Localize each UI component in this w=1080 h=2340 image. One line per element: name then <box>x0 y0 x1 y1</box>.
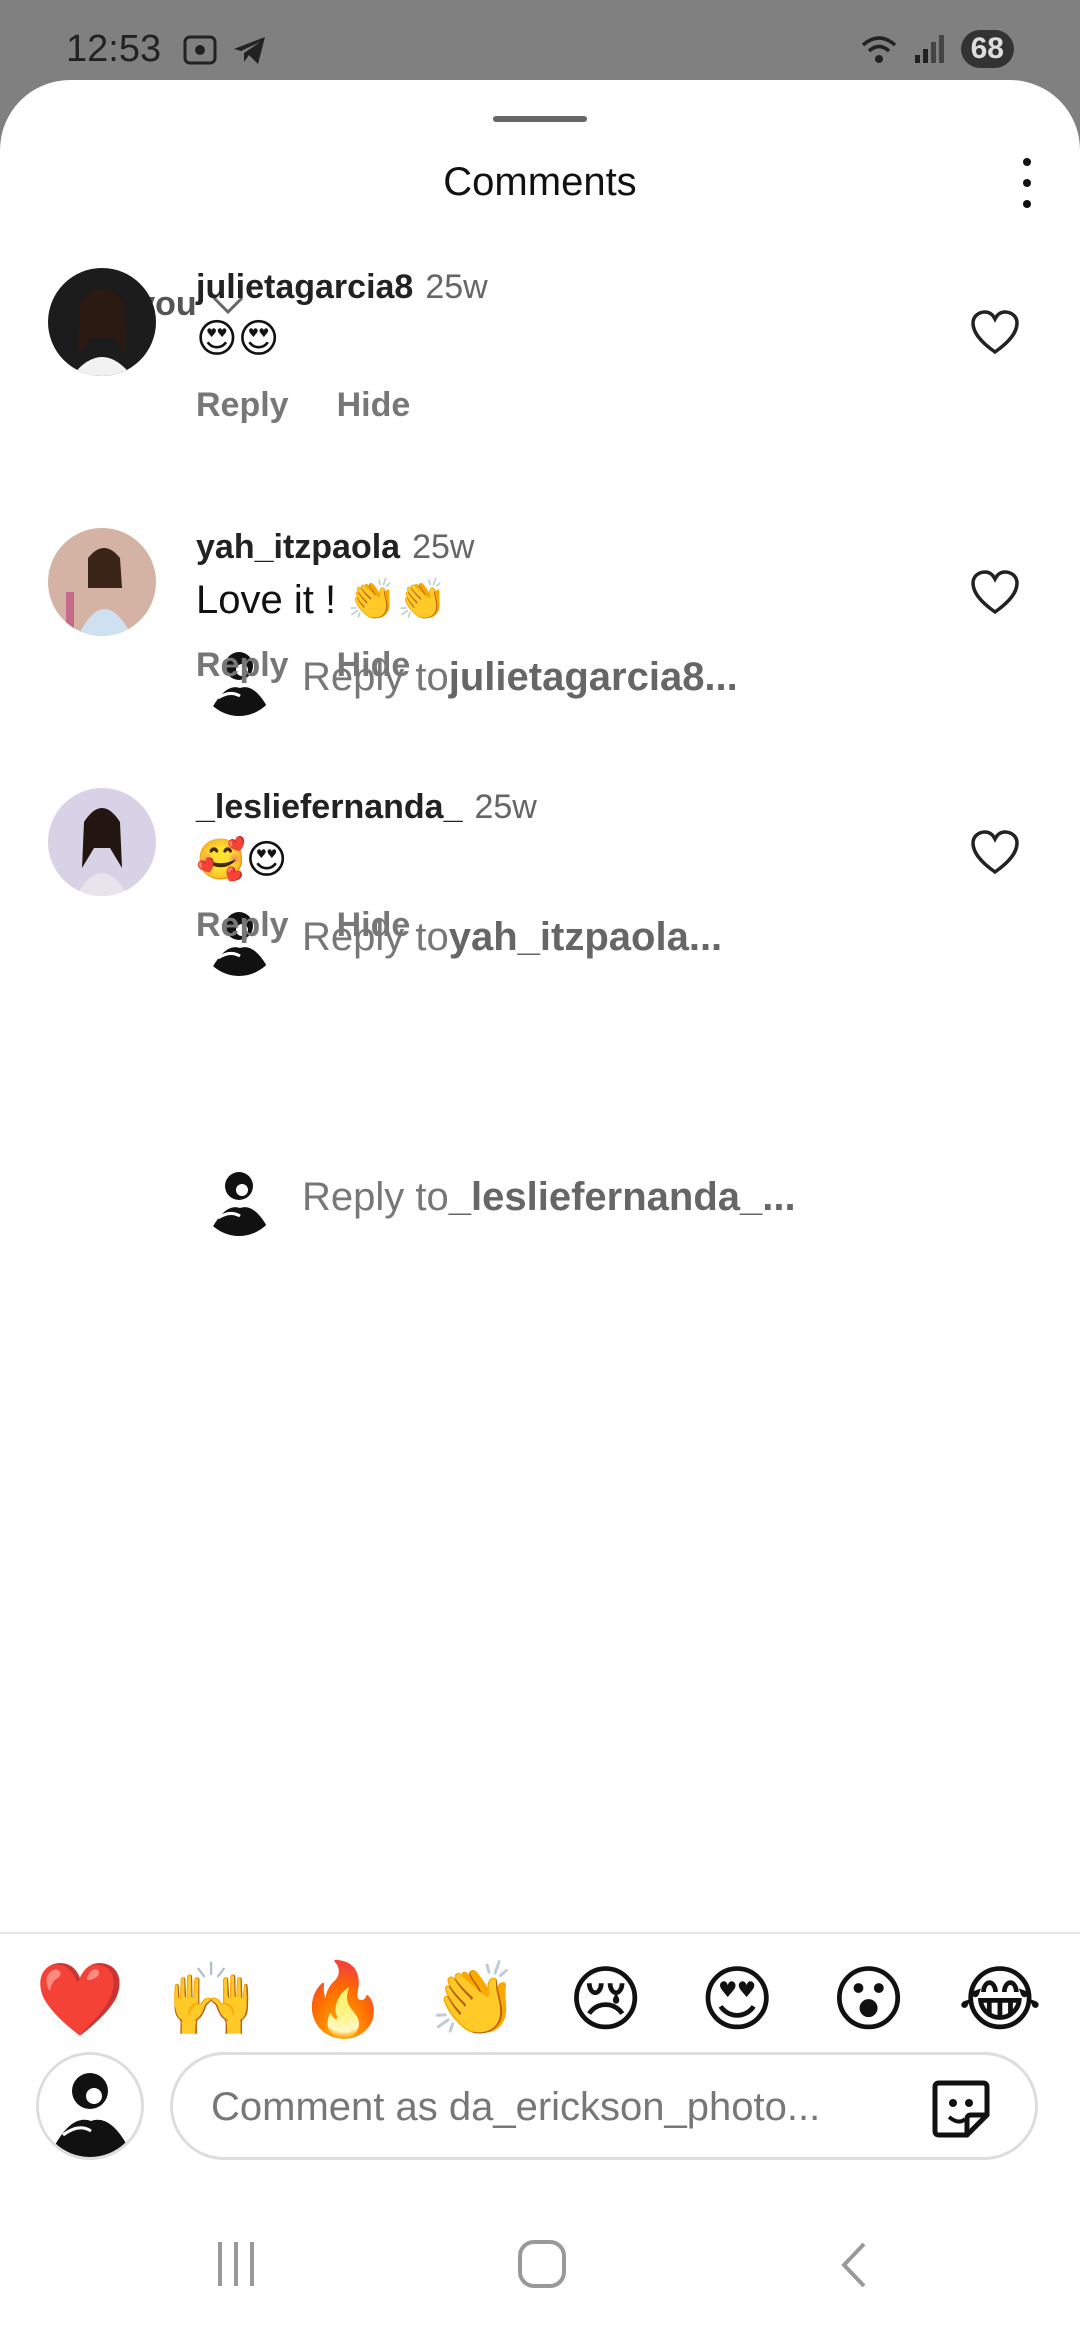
comment-time: 25w <box>474 788 537 826</box>
telegram-icon <box>234 37 265 64</box>
comment-text: 😍😍 <box>196 317 280 361</box>
reply-prompt[interactable]: Reply to _lesliefernanda_... <box>200 1158 796 1236</box>
emoji-fire-button[interactable]: 🔥 <box>293 1960 393 2040</box>
drag-handle[interactable] <box>493 116 587 122</box>
sticker-icon[interactable] <box>929 2077 993 2141</box>
status-left-icons <box>182 34 268 66</box>
comment-text: 🥰😍 <box>196 838 288 882</box>
more-options-icon[interactable] <box>1012 158 1042 208</box>
hide-button[interactable]: Hide <box>337 906 411 945</box>
reply-button[interactable]: Reply <box>196 646 289 685</box>
hide-button[interactable]: Hide <box>337 386 411 425</box>
status-right-icons: 68 <box>859 30 1014 68</box>
battery-indicator: 68 <box>960 30 1014 68</box>
home-icon[interactable] <box>518 2240 566 2288</box>
like-heart-icon[interactable] <box>970 570 1020 616</box>
avatar[interactable] <box>48 528 156 636</box>
comment-username[interactable]: julietagarcia8 <box>196 268 413 307</box>
comment-item: yah_itzpaola 25w Love it ! 👏👏 Reply Hide <box>0 528 1080 768</box>
emoji-crying-button[interactable]: 😢 <box>556 1960 656 2040</box>
reply-button[interactable]: Reply <box>196 906 289 945</box>
reply-prompt-prefix: Reply to <box>302 1174 449 1219</box>
comment-time: 25w <box>412 528 475 566</box>
emoji-laughing-button[interactable]: 😂 <box>950 1960 1050 2040</box>
screenshot-icon <box>183 35 217 65</box>
like-heart-icon[interactable] <box>970 310 1020 356</box>
system-nav-bar <box>0 2230 1080 2320</box>
emoji-raised-hands-button[interactable]: 🙌 <box>161 1960 261 2040</box>
wifi-icon <box>861 36 896 63</box>
avatar[interactable] <box>48 788 156 896</box>
divider <box>0 1932 1080 1934</box>
avatar <box>36 2052 144 2160</box>
reply-button[interactable]: Reply <box>196 386 289 425</box>
reply-prompt-username: _lesliefernanda_... <box>448 1174 796 1219</box>
status-bar: 12:53 68 <box>0 0 1080 80</box>
quick-emoji-bar: ❤️ 🙌 🔥 👏 😢 😍 😮 😂 <box>30 1960 1050 2040</box>
comment-item: julietagarcia8 25w 😍😍 Reply Hide <box>0 268 1080 508</box>
back-icon[interactable] <box>830 2240 880 2290</box>
sheet-title: Comments <box>443 160 637 204</box>
emoji-heart-eyes-button[interactable]: 😍 <box>687 1960 787 2040</box>
comment-text: Love it ! 👏👏 <box>196 578 447 622</box>
emoji-clap-button[interactable]: 👏 <box>424 1960 524 2040</box>
like-heart-icon[interactable] <box>970 830 1020 876</box>
status-time: 12:53 <box>66 28 162 70</box>
avatar[interactable] <box>48 268 156 376</box>
hide-button[interactable]: Hide <box>337 646 411 685</box>
comment-item: _lesliefernanda_ 25w 🥰😍 Reply Hide <box>0 788 1080 1028</box>
comment-username[interactable]: _lesliefernanda_ <box>196 788 462 827</box>
avatar <box>200 1158 278 1236</box>
comment-input-placeholder: Comment as da_erickson_photo... <box>211 2085 821 2129</box>
comment-input[interactable]: Comment as da_erickson_photo... <box>170 2052 1038 2160</box>
comment-username[interactable]: yah_itzpaola <box>196 528 400 567</box>
comment-time: 25w <box>425 268 488 306</box>
signal-icon <box>914 35 944 63</box>
recents-icon[interactable] <box>218 2242 254 2286</box>
emoji-surprised-button[interactable]: 😮 <box>819 1960 919 2040</box>
emoji-heart-button[interactable]: ❤️ <box>30 1960 130 2040</box>
